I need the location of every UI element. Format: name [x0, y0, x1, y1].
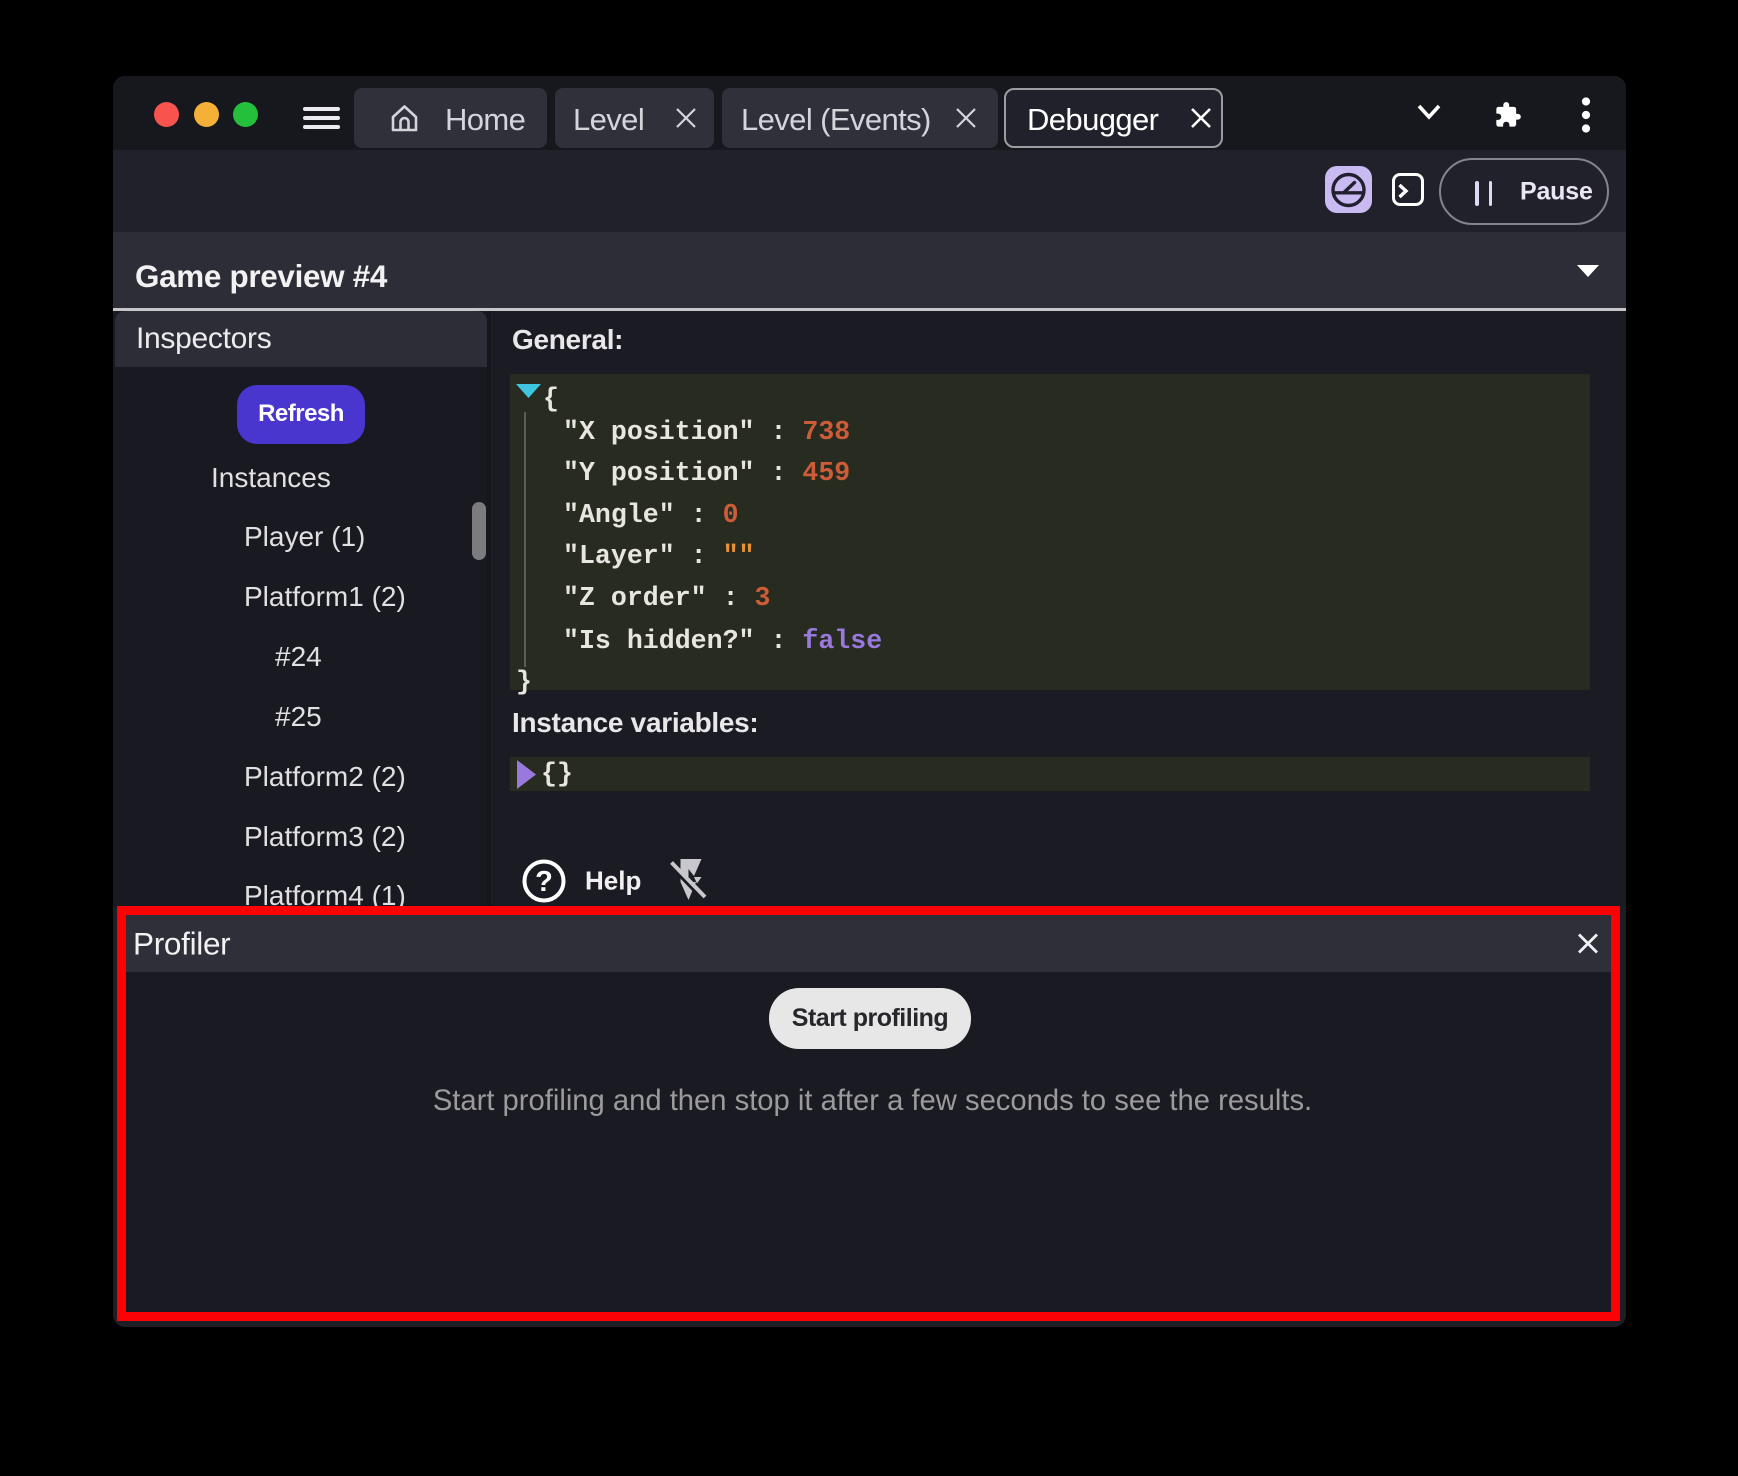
svg-text:?: ?	[535, 866, 553, 898]
